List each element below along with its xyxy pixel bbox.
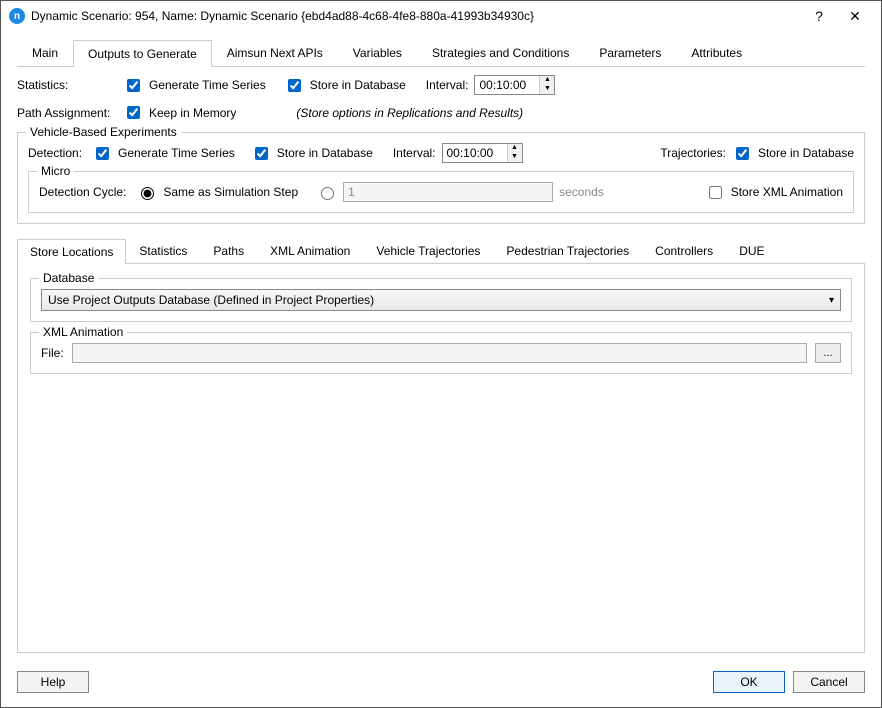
dialog-footer: Help OK Cancel: [1, 661, 881, 707]
statistics-gen-time-series-checkbox[interactable]: [127, 79, 140, 92]
close-button[interactable]: ✕: [837, 2, 873, 30]
tab-variables[interactable]: Variables: [338, 39, 417, 66]
tab-parameters[interactable]: Parameters: [584, 39, 676, 66]
trajectories-store-db-label: Store in Database: [758, 146, 854, 160]
file-label: File:: [41, 346, 64, 360]
micro-group: Micro Detection Cycle: Same as Simulatio…: [28, 171, 854, 213]
statistics-interval-label: Interval:: [426, 78, 469, 92]
statistics-label: Statistics:: [17, 78, 113, 92]
ok-button[interactable]: OK: [713, 671, 785, 693]
chevron-down-icon: ▾: [829, 295, 834, 306]
statistics-row: Statistics: Generate Time Series Store i…: [17, 75, 865, 95]
statistics-interval-field[interactable]: [475, 76, 539, 94]
detection-gen-time-series-checkbox[interactable]: [96, 147, 109, 160]
tab-attributes[interactable]: Attributes: [676, 39, 757, 66]
cancel-button[interactable]: Cancel: [793, 671, 865, 693]
detection-interval-label: Interval:: [393, 146, 436, 160]
radio-same-label: Same as Simulation Step: [163, 185, 298, 199]
subtab-xml-animation[interactable]: XML Animation: [257, 238, 363, 263]
radio-same-as-simulation-step[interactable]: [141, 187, 154, 200]
statistics-gen-time-series-label: Generate Time Series: [149, 78, 266, 92]
subtab-paths[interactable]: Paths: [200, 238, 257, 263]
detection-cycle-seconds-input[interactable]: [343, 182, 553, 202]
tab-outputs-to-generate[interactable]: Outputs to Generate: [73, 40, 212, 67]
detection-cycle-row: Detection Cycle: Same as Simulation Step…: [39, 182, 843, 202]
subtab-store-locations[interactable]: Store Locations: [17, 239, 126, 264]
detection-interval-input[interactable]: ▲▼: [442, 143, 523, 163]
store-xml-animation-checkbox[interactable]: [709, 186, 722, 199]
detection-interval-field[interactable]: [443, 144, 507, 162]
xml-file-row: File: ...: [41, 343, 841, 363]
database-group: Database Use Project Outputs Database (D…: [30, 278, 852, 322]
subtab-statistics[interactable]: Statistics: [126, 238, 200, 263]
keep-in-memory-checkbox[interactable]: [127, 106, 140, 119]
trajectories-store-db-checkbox[interactable]: [736, 147, 749, 160]
path-assignment-row: Path Assignment: Keep in Memory (Store o…: [17, 103, 865, 122]
spinner-icon[interactable]: ▲▼: [539, 76, 554, 94]
xml-file-input[interactable]: [72, 343, 807, 363]
xml-animation-group: XML Animation File: ...: [30, 332, 852, 374]
tab-strategies-and-conditions[interactable]: Strategies and Conditions: [417, 39, 584, 66]
seconds-label: seconds: [559, 185, 604, 199]
detection-label: Detection:: [28, 146, 82, 160]
keep-in-memory-label: Keep in Memory: [149, 106, 236, 120]
spinner-icon[interactable]: ▲▼: [507, 144, 522, 162]
detection-cycle-label: Detection Cycle:: [39, 185, 126, 199]
database-selected-option: Use Project Outputs Database (Defined in…: [48, 293, 374, 307]
help-footer-button[interactable]: Help: [17, 671, 89, 693]
micro-legend: Micro: [37, 164, 74, 178]
radio-custom-seconds[interactable]: [321, 187, 334, 200]
statistics-store-db-label: Store in Database: [310, 78, 406, 92]
vbe-legend: Vehicle-Based Experiments: [26, 125, 181, 139]
app-icon: n: [9, 8, 25, 24]
store-locations-panel: Database Use Project Outputs Database (D…: [17, 264, 865, 653]
subtab-due[interactable]: DUE: [726, 238, 777, 263]
detection-gen-time-series-label: Generate Time Series: [118, 146, 235, 160]
tab-aimsun-next-apis[interactable]: Aimsun Next APIs: [212, 39, 338, 66]
detection-row: Detection: Generate Time Series Store in…: [28, 143, 854, 163]
detection-store-db-checkbox[interactable]: [255, 147, 268, 160]
main-tab-bar: Main Outputs to Generate Aimsun Next API…: [17, 39, 865, 67]
detection-store-db-label: Store in Database: [277, 146, 373, 160]
vehicle-based-experiments-group: Vehicle-Based Experiments Detection: Gen…: [17, 132, 865, 224]
titlebar: n Dynamic Scenario: 954, Name: Dynamic S…: [1, 1, 881, 31]
database-legend: Database: [39, 271, 98, 285]
statistics-store-db-checkbox[interactable]: [288, 79, 301, 92]
dialog-content: Main Outputs to Generate Aimsun Next API…: [1, 31, 881, 661]
subtab-vehicle-trajectories[interactable]: Vehicle Trajectories: [363, 238, 493, 263]
sub-tab-bar: Store Locations Statistics Paths XML Ani…: [17, 238, 865, 264]
help-button[interactable]: ?: [801, 2, 837, 30]
path-assignment-note: (Store options in Replications and Resul…: [296, 106, 523, 120]
subtab-pedestrian-trajectories[interactable]: Pedestrian Trajectories: [493, 238, 642, 263]
store-xml-animation-label: Store XML Animation: [731, 185, 843, 199]
browse-button[interactable]: ...: [815, 343, 841, 363]
subtab-controllers[interactable]: Controllers: [642, 238, 726, 263]
xml-animation-legend: XML Animation: [39, 325, 127, 339]
window-title: Dynamic Scenario: 954, Name: Dynamic Sce…: [31, 9, 801, 23]
dialog-window: n Dynamic Scenario: 954, Name: Dynamic S…: [0, 0, 882, 708]
trajectories-label: Trajectories:: [660, 146, 726, 160]
path-assignment-label: Path Assignment:: [17, 106, 113, 120]
statistics-interval-input[interactable]: ▲▼: [474, 75, 555, 95]
tab-main[interactable]: Main: [17, 39, 73, 66]
database-select[interactable]: Use Project Outputs Database (Defined in…: [41, 289, 841, 311]
